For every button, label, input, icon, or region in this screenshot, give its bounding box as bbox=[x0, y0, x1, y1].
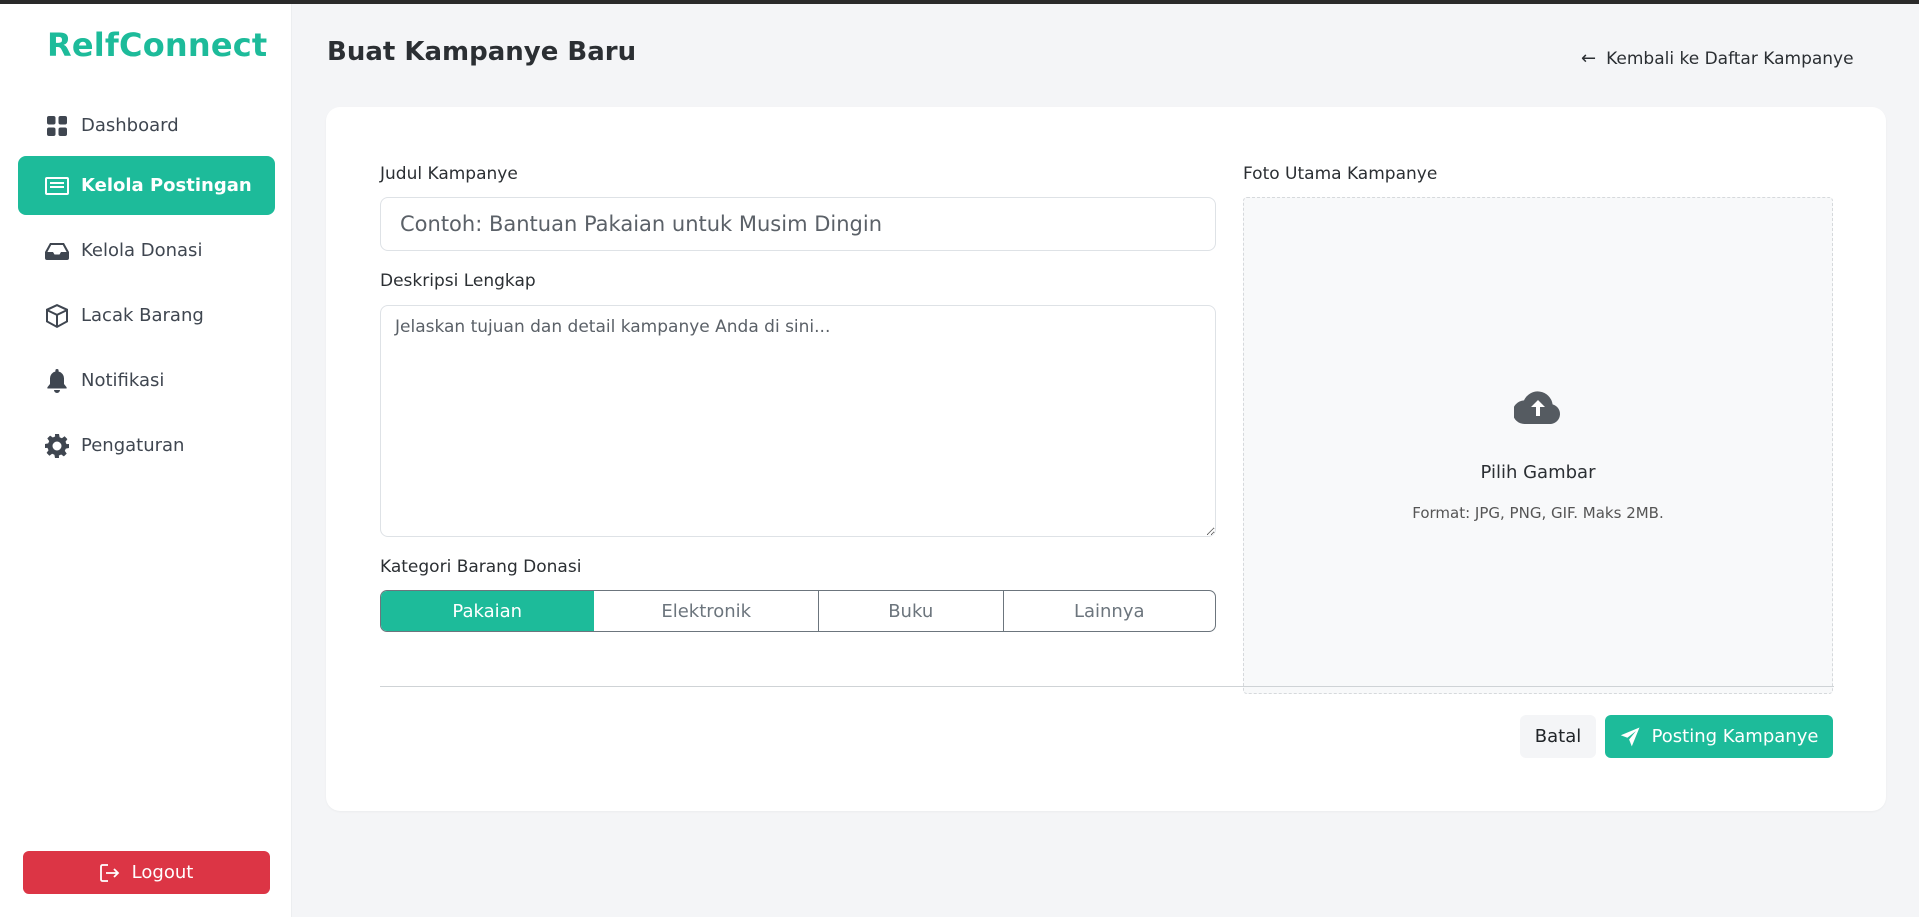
logout-label: Logout bbox=[131, 862, 194, 883]
gear-icon bbox=[45, 433, 69, 458]
campaign-description-textarea[interactable] bbox=[380, 305, 1216, 537]
bell-icon bbox=[45, 368, 69, 393]
list-icon bbox=[45, 174, 69, 198]
sidebar-item-label: Pengaturan bbox=[81, 435, 185, 456]
back-link-label: Kembali ke Daftar Kampanye bbox=[1606, 48, 1854, 69]
image-upload-dropzone[interactable]: Pilih Gambar Format: JPG, PNG, GIF. Maks… bbox=[1243, 197, 1833, 694]
inbox-icon bbox=[45, 239, 69, 263]
campaign-title-label: Judul Kampanye bbox=[380, 164, 518, 184]
cancel-button[interactable]: Batal bbox=[1520, 715, 1596, 758]
category-option-buku[interactable]: Buku bbox=[819, 591, 1004, 631]
sidebar: RelfConnect Dashboard Kelola Postingan K… bbox=[0, 4, 292, 917]
sidebar-item-label: Kelola Postingan bbox=[81, 175, 252, 196]
post-campaign-label: Posting Kampanye bbox=[1651, 726, 1819, 747]
category-option-pakaian[interactable]: Pakaian bbox=[381, 591, 595, 631]
upload-format-hint: Format: JPG, PNG, GIF. Maks 2MB. bbox=[1412, 504, 1664, 522]
sidebar-item-label: Notifikasi bbox=[81, 370, 165, 391]
choose-image-label: Pilih Gambar bbox=[1480, 462, 1596, 483]
category-option-elektronik[interactable]: Elektronik bbox=[594, 591, 819, 631]
send-icon bbox=[1620, 727, 1640, 746]
logout-icon bbox=[99, 863, 119, 882]
sidebar-item-label: Kelola Donasi bbox=[81, 240, 203, 261]
sidebar-item-kelola-donasi[interactable]: Kelola Donasi bbox=[18, 221, 275, 280]
donation-category-label: Kategori Barang Donasi bbox=[380, 557, 582, 577]
form-divider bbox=[380, 686, 1834, 687]
arrow-left-icon: ← bbox=[1581, 48, 1597, 69]
sidebar-item-label: Lacak Barang bbox=[81, 305, 204, 326]
campaign-photo-label: Foto Utama Kampanye bbox=[1243, 164, 1438, 184]
sidebar-item-lacak-barang[interactable]: Lacak Barang bbox=[18, 286, 275, 345]
donation-category-selector: Pakaian Elektronik Buku Lainnya bbox=[380, 590, 1216, 632]
brand-logo[interactable]: RelfConnect bbox=[47, 26, 267, 64]
back-to-campaign-list-link[interactable]: ← Kembali ke Daftar Kampanye bbox=[1581, 48, 1854, 69]
sidebar-item-notifikasi[interactable]: Notifikasi bbox=[18, 351, 275, 410]
box-icon bbox=[45, 303, 69, 328]
post-campaign-button[interactable]: Posting Kampanye bbox=[1605, 715, 1833, 758]
sidebar-item-pengaturan[interactable]: Pengaturan bbox=[18, 416, 275, 475]
sidebar-item-kelola-postingan[interactable]: Kelola Postingan bbox=[18, 156, 275, 215]
sidebar-item-dashboard[interactable]: Dashboard bbox=[18, 96, 275, 155]
campaign-form-card: Judul Kampanye Deskripsi Lengkap Kategor… bbox=[326, 107, 1886, 811]
grid-icon bbox=[45, 114, 69, 138]
campaign-title-input[interactable] bbox=[380, 197, 1216, 251]
campaign-description-label: Deskripsi Lengkap bbox=[380, 271, 536, 291]
logout-button[interactable]: Logout bbox=[23, 851, 270, 894]
cloud-upload-icon bbox=[1512, 391, 1562, 429]
sidebar-item-label: Dashboard bbox=[81, 115, 179, 136]
page-title: Buat Kampanye Baru bbox=[327, 37, 637, 67]
category-option-lainnya[interactable]: Lainnya bbox=[1004, 591, 1215, 631]
